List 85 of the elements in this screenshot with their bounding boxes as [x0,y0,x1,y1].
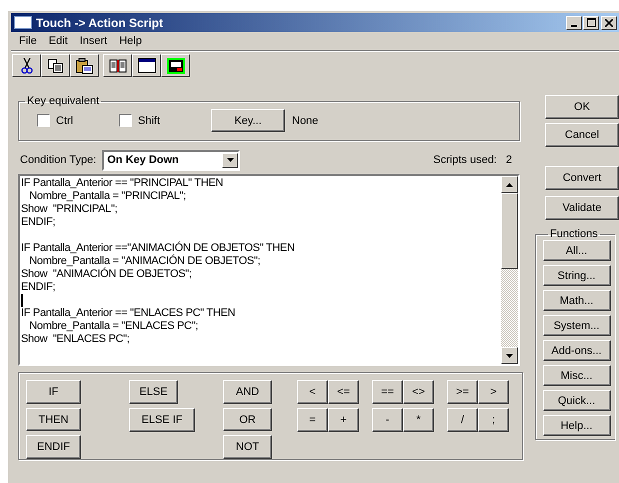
code-line: ENDIF; [21,281,56,294]
copy-icon [48,58,63,72]
code-line: ENDIF; [21,216,56,229]
operator-button[interactable]: == [372,380,403,404]
operator-button[interactable]: ; [478,408,509,432]
checkbox[interactable]: Shift [119,114,211,127]
code-line: Nombre_Pantalla = "PRINCIPAL"; [28,190,187,203]
vertical-scrollbar[interactable] [501,176,518,364]
condition-dropdown[interactable]: On Key Down [102,150,240,170]
scissors-icon [20,58,32,74]
operator-button[interactable]: + [328,408,359,432]
text-caret [21,294,23,307]
function-button[interactable]: Help... [542,415,610,436]
key-button[interactable]: Key... [211,109,285,132]
menu-item[interactable]: Insert [76,34,112,48]
menu-item[interactable]: File [15,34,41,48]
function-button[interactable]: Misc... [542,365,610,386]
operator-button[interactable]: <= [328,380,359,404]
function-button[interactable]: System... [542,315,610,336]
checkbox-box[interactable] [119,114,132,127]
minimize-icon [571,24,577,26]
keyword-button[interactable]: ELSE IF [129,408,195,432]
dialog-button[interactable]: Validate [545,196,619,220]
function-button[interactable]: Quick... [542,390,610,411]
operator-button[interactable]: - [372,408,403,432]
script-editor[interactable] [18,174,520,366]
dropdown-arrow-icon [226,158,234,162]
scroll-down-icon [506,354,513,358]
toolbar-button[interactable] [12,54,41,77]
window-icon [138,58,156,73]
function-button[interactable]: Add-ons... [542,340,610,361]
control-icon [166,58,184,74]
toolbar-button[interactable] [161,54,190,77]
condition-label: Condition Type: [20,154,96,166]
maximize-button[interactable] [583,16,599,30]
code-line: IF Pantalla_Anterior == "PRINCIPAL" THEN [21,177,224,190]
keyword-button[interactable]: NOT [223,435,272,460]
group-legend: Functions [548,228,600,240]
maximize-icon [586,18,596,27]
toolbar-button[interactable] [103,54,132,77]
operator-button[interactable]: <> [403,380,434,404]
code-line: Show "ENLACES PC"; [21,333,130,346]
menu-item[interactable]: Help [115,34,146,48]
operator-button[interactable]: >= [447,380,478,404]
operator-button[interactable]: < [297,380,328,404]
minimize-button[interactable] [566,16,582,30]
code-line: IF Pantalla_Anterior =="ANIMACIÓN DE OBJETOS" THEN [21,242,296,254]
code-line: Nombre_Pantalla = "ENLACES PC"; [28,320,200,333]
group-legend: Key equivalent [25,95,102,107]
window-icon [14,16,32,29]
keyword-button[interactable]: THEN [26,408,81,432]
code-line: Nombre_Pantalla = "ANIMACIÓN DE OBJETOS"; [28,255,262,268]
scripts-used-count: 2 [506,154,512,166]
keyword-button[interactable]: AND [223,380,272,404]
close-icon [605,18,613,26]
operator-button[interactable]: * [403,408,434,432]
function-button[interactable]: Math... [542,290,610,311]
keyword-button[interactable]: OR [223,408,272,432]
code-line: Show "ANIMACIÓN DE OBJETOS"; [21,268,193,281]
dialog-button[interactable]: Convert [545,166,619,190]
operator-button[interactable]: > [478,380,509,404]
toolbar-button[interactable] [132,54,161,77]
close-button[interactable] [601,16,617,30]
toolbar-button[interactable] [70,54,99,77]
dialog-button[interactable]: Cancel [545,123,619,147]
operator-button[interactable]: / [447,408,478,432]
menu-item[interactable]: Edit [44,34,72,48]
code-line: Show "PRINCIPAL"; [21,203,118,216]
scroll-up-icon [506,182,513,186]
function-button[interactable]: String... [542,265,610,286]
code-line: IF Pantalla_Anterior == "ENLACES PC" THEN [21,307,236,320]
scripts-used-label: Scripts used: [433,154,497,166]
keyword-button[interactable]: IF [26,380,81,404]
keyword-button[interactable]: ENDIF [26,435,81,460]
toolbar-button[interactable] [41,54,70,77]
book-icon [108,58,126,72]
checkbox[interactable]: Ctrl [37,114,119,127]
keyword-button[interactable]: ELSE [129,380,178,404]
function-button[interactable]: All... [542,240,610,261]
checkbox-box[interactable] [37,114,50,127]
operator-button[interactable]: = [297,408,328,432]
paste-icon [76,58,93,74]
window-title: Touch -> Action Script [36,16,164,30]
key-value: None [292,114,318,126]
dialog-button[interactable]: OK [545,95,619,119]
